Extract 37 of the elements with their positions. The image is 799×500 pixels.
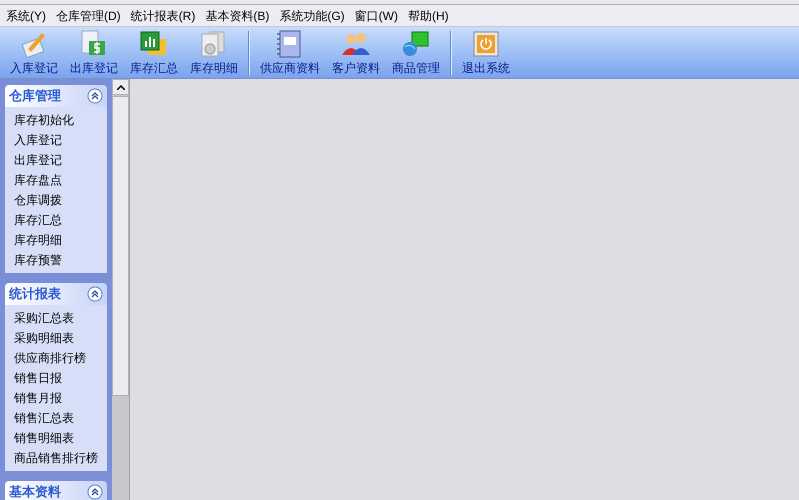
menu-item[interactable]: 仓库管理(D) [56,6,121,24]
toolbar-button[interactable]: 库存汇总 [124,29,184,78]
collapse-chevron-icon[interactable] [87,88,103,104]
toolbar-button[interactable]: 出库登记 [64,29,124,78]
sidebar-item[interactable]: 销售明细表 [14,428,98,448]
sidebar-item[interactable]: 采购汇总表 [14,308,98,328]
menu-item[interactable]: 系统(Y) [6,6,46,24]
toolbar-button[interactable]: 客户资料 [326,29,386,78]
menu-item[interactable]: 帮助(H) [408,6,449,24]
sidebar-item[interactable]: 供应商排行榜 [14,348,98,368]
sidebar-item[interactable]: 销售日报 [14,368,98,388]
scrollbar-thumb[interactable] [112,96,129,396]
sidebar-item[interactable]: 销售月报 [14,388,98,408]
sidebar-item[interactable]: 库存预警 [14,250,98,270]
sidebar-item[interactable]: 库存初始化 [14,110,98,130]
sidebar-item[interactable]: 销售汇总表 [14,408,98,428]
caret-icon [116,84,124,90]
menu-item[interactable]: 系统功能(G) [279,6,345,24]
sidebar-item[interactable]: 商品销售排行榜 [14,448,98,468]
sidebar-item[interactable]: 库存明细 [14,230,98,250]
menu-item[interactable]: 窗口(W) [354,6,398,24]
sidebar-item[interactable]: 库存盘点 [14,170,98,190]
sidebar-item[interactable]: 库存汇总 [14,210,98,230]
menu-item[interactable]: 统计报表(R) [130,6,196,24]
sidebar-item[interactable]: 出库登记 [14,150,98,170]
menu-item[interactable]: 基本资料(B) [205,6,270,24]
collapse-chevron-icon[interactable] [87,286,103,302]
scroll-up-button[interactable] [112,79,129,95]
toolbar-button[interactable]: 商品管理 [386,29,446,78]
toolbar-button[interactable]: 供应商资料 [254,29,326,78]
collapse-chevron-icon[interactable] [87,484,103,500]
sidebar-item[interactable]: 入库登记 [14,130,98,150]
sidebar-item[interactable]: 采购明细表 [14,328,98,348]
toolbar-button[interactable]: 入库登记 [4,29,64,78]
toolbar-button[interactable]: 退出系统 [456,29,516,78]
sidebar-item[interactable]: 仓库调拨 [14,190,98,210]
toolbar-button[interactable]: 库存明细 [184,29,244,78]
